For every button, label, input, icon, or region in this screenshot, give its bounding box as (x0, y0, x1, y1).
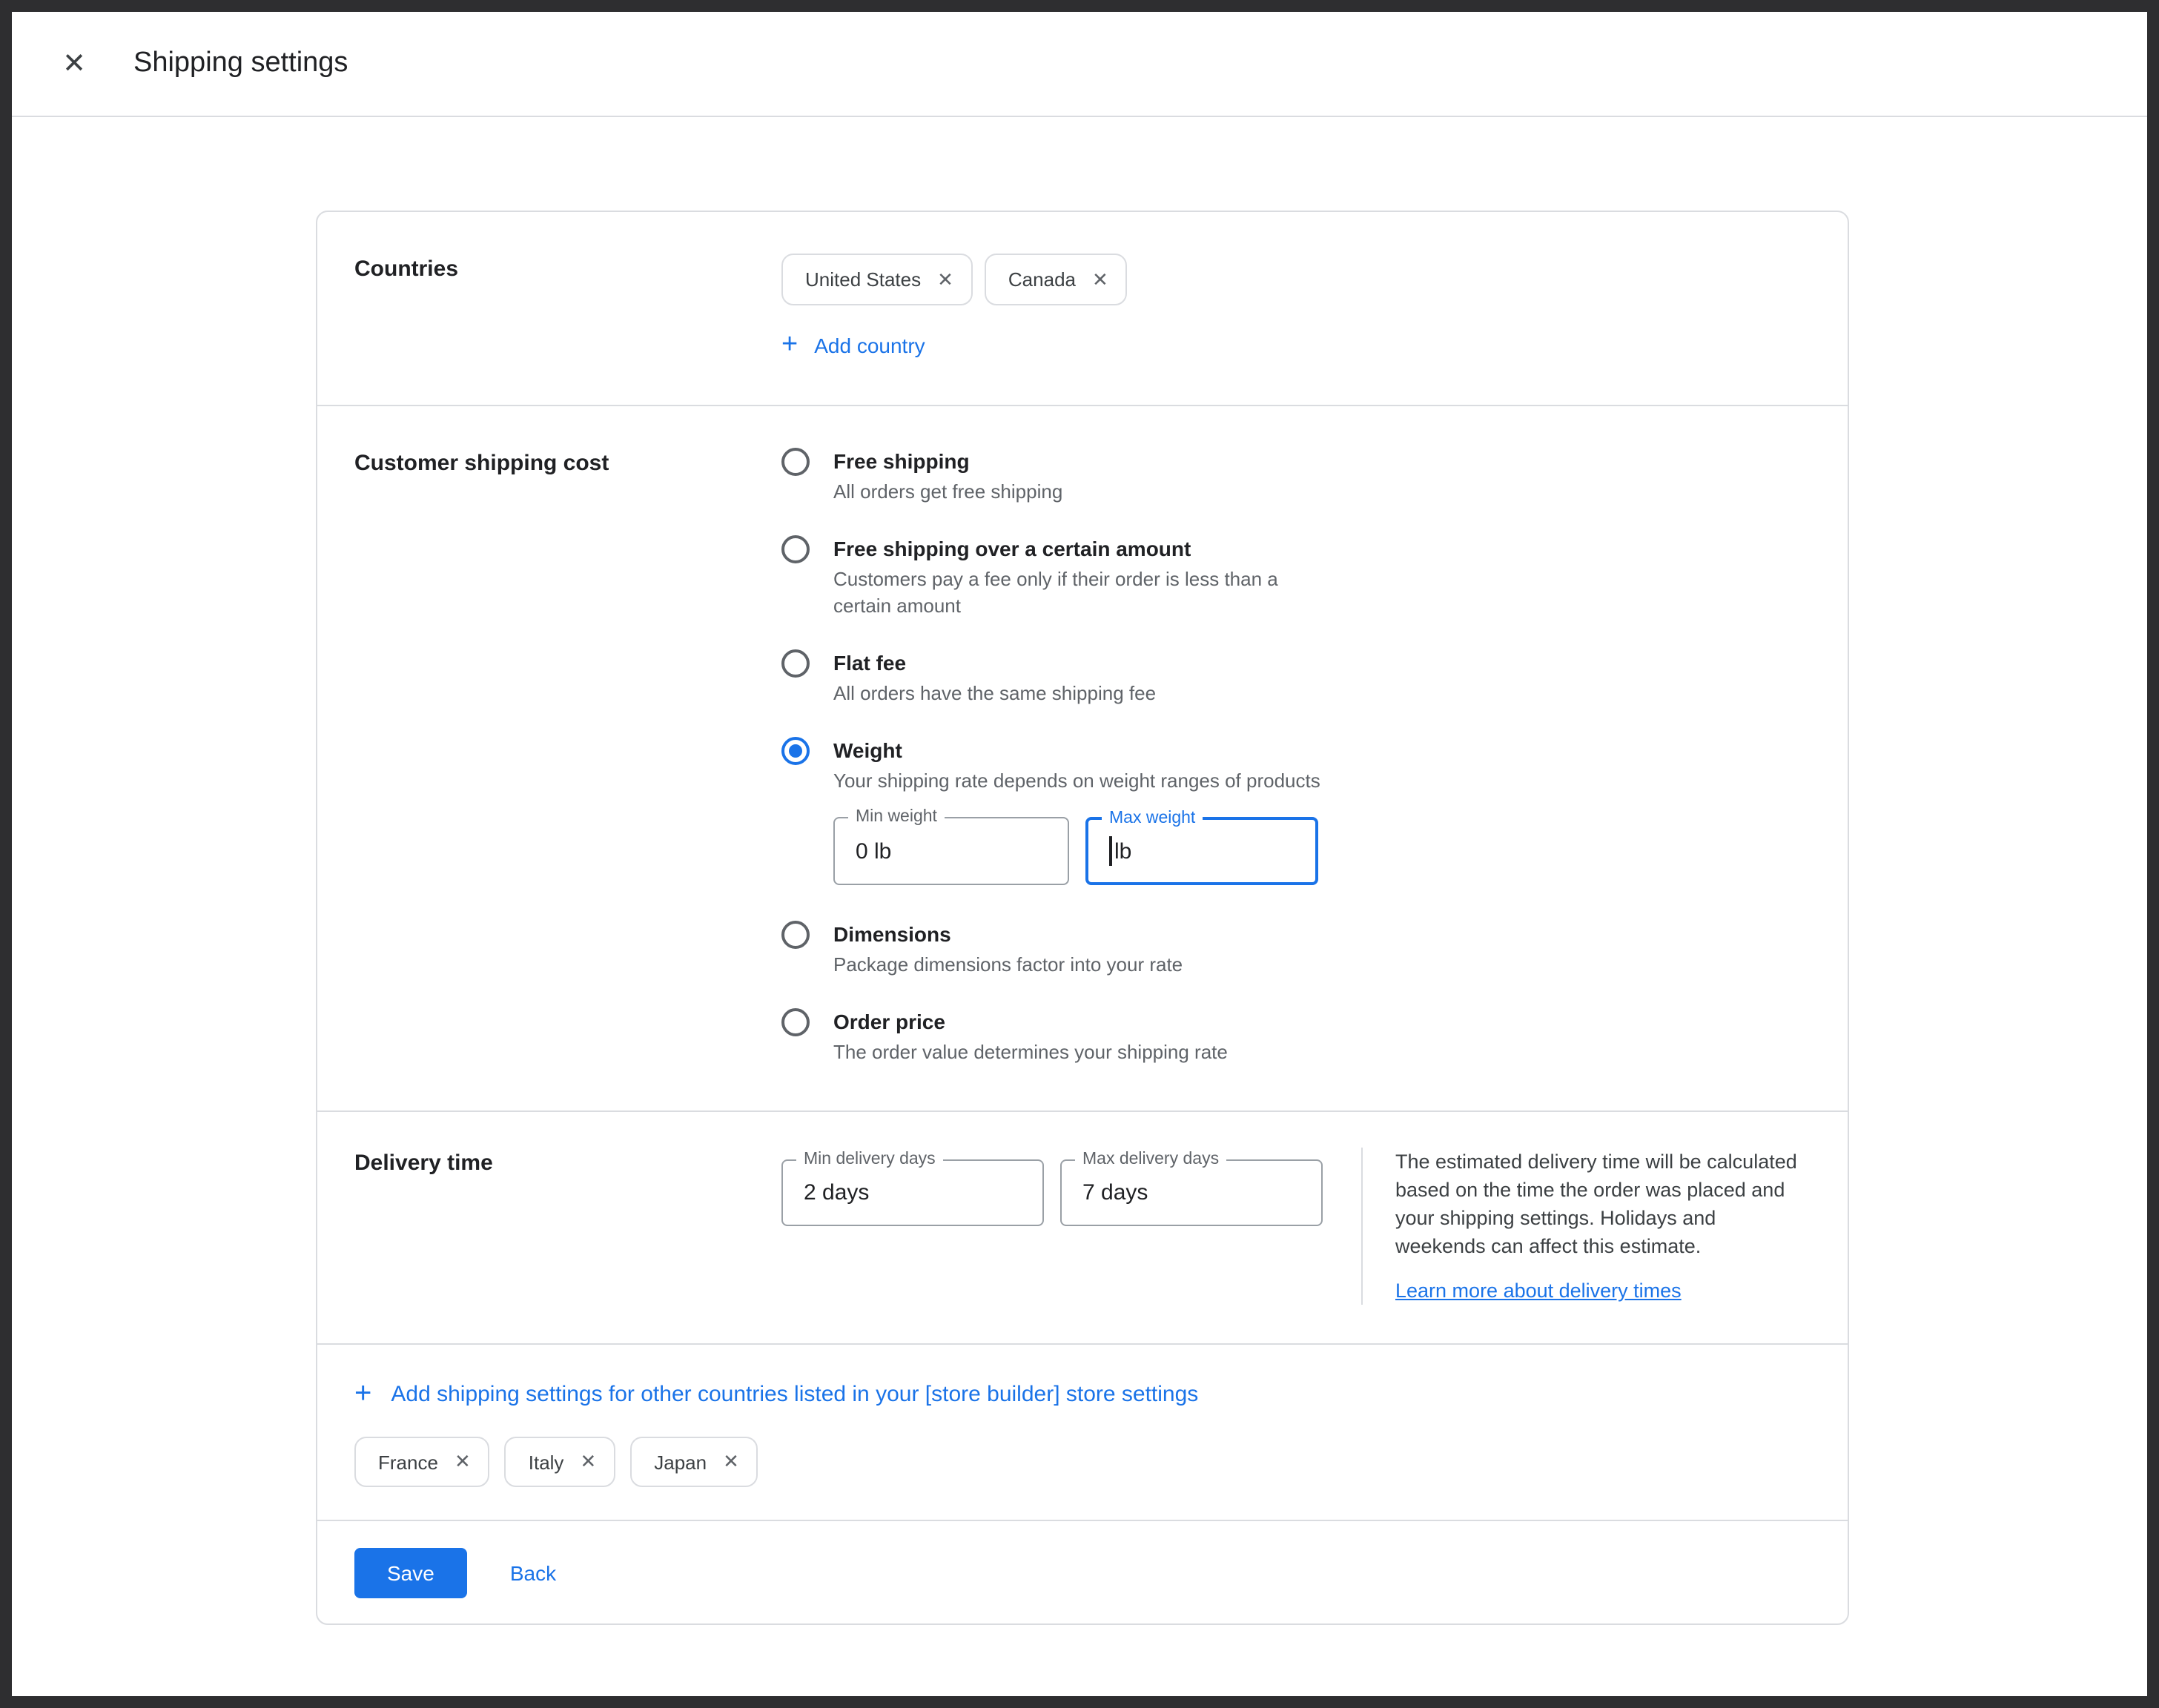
radio-option-free-shipping[interactable]: Free shipping All orders get free shippi… (781, 448, 1811, 506)
min-weight-field[interactable]: Min weight 0 lb (833, 817, 1069, 885)
shipping-cost-section: Customer shipping cost Free shipping All… (317, 406, 1848, 1110)
option-description: The order value determines your shipping… (833, 1039, 1228, 1066)
weight-fields-row: Min weight 0 lb Max weight lb (833, 817, 1320, 885)
countries-section: Countries United States ✕ Canada ✕ + Add… (317, 212, 1848, 405)
close-icon[interactable]: ✕ (56, 47, 92, 81)
remove-italy-icon[interactable]: ✕ (580, 1450, 596, 1474)
chip-label: United States (805, 268, 921, 291)
radio-option-dimensions[interactable]: Dimensions Package dimensions factor int… (781, 921, 1811, 979)
option-title: Free shipping over a certain amount (833, 535, 1305, 563)
radio-icon[interactable] (781, 535, 810, 563)
actions-bar: Save Back (317, 1521, 1848, 1623)
add-shipping-settings-label: Add shipping settings for other countrie… (391, 1381, 1198, 1406)
delivery-note-panel: The estimated delivery time will be calc… (1361, 1148, 1799, 1305)
country-chip-france: France ✕ (354, 1437, 490, 1487)
option-description: Your shipping rate depends on weight ran… (833, 768, 1320, 795)
plus-icon: + (781, 331, 798, 359)
learn-more-delivery-link[interactable]: Learn more about delivery times (1395, 1280, 1682, 1302)
header-bar: ✕ Shipping settings (12, 12, 2147, 117)
chip-label: Italy (529, 1451, 564, 1473)
option-description: Package dimensions factor into your rate (833, 952, 1183, 979)
radio-icon[interactable] (781, 649, 810, 678)
page-title: Shipping settings (133, 47, 348, 80)
option-description: All orders get free shipping (833, 479, 1062, 506)
save-button[interactable]: Save (354, 1548, 467, 1598)
countries-label: Countries (354, 254, 781, 360)
country-chip-japan: Japan ✕ (630, 1437, 758, 1487)
radio-icon-selected[interactable] (781, 737, 810, 765)
remove-united-states-icon[interactable]: ✕ (937, 268, 953, 291)
shipping-settings-page: ✕ Shipping settings Countries United Sta… (0, 0, 2159, 1708)
option-title: Order price (833, 1008, 1228, 1036)
settings-card: Countries United States ✕ Canada ✕ + Add… (316, 211, 1849, 1625)
max-delivery-days-field[interactable]: Max delivery days 7 days (1060, 1159, 1323, 1226)
radio-icon[interactable] (781, 921, 810, 949)
min-weight-field-value: 0 lb (856, 838, 891, 864)
option-title: Weight (833, 737, 1320, 765)
delivery-note-text: The estimated delivery time will be calc… (1395, 1148, 1799, 1260)
add-shipping-settings-button[interactable]: + Add shipping settings for other countr… (354, 1379, 1198, 1409)
chip-label: Japan (654, 1451, 707, 1473)
option-description: Customers pay a fee only if their order … (833, 566, 1305, 620)
radio-option-weight[interactable]: Weight Your shipping rate depends on wei… (781, 737, 1811, 891)
max-weight-field-label: Max weight (1102, 810, 1203, 829)
radio-option-order-price[interactable]: Order price The order value determines y… (781, 1008, 1811, 1066)
max-weight-field[interactable]: Max weight lb (1085, 817, 1318, 885)
other-country-chip-row: France ✕ Italy ✕ Japan ✕ (354, 1437, 1811, 1487)
chip-label: France (378, 1451, 438, 1473)
back-button[interactable]: Back (510, 1561, 556, 1585)
add-country-button[interactable]: + Add country (781, 331, 925, 359)
option-description: All orders have the same shipping fee (833, 681, 1156, 707)
min-delivery-days-value: 2 days (804, 1180, 869, 1205)
max-weight-field-value: lb (1114, 838, 1131, 864)
other-countries-section: + Add shipping settings for other countr… (317, 1345, 1848, 1520)
max-delivery-days-label: Max delivery days (1075, 1151, 1226, 1170)
radio-option-free-shipping-over-amount[interactable]: Free shipping over a certain amount Cust… (781, 535, 1811, 620)
radio-icon[interactable] (781, 1008, 810, 1036)
screenshot-stage: ✕ Shipping settings Countries United Sta… (0, 0, 2159, 1708)
remove-canada-icon[interactable]: ✕ (1092, 268, 1108, 291)
delivery-fields-row: Min delivery days 2 days Max delivery da… (781, 1159, 1323, 1226)
country-chip-canada: Canada ✕ (985, 254, 1128, 305)
radio-icon[interactable] (781, 448, 810, 476)
country-chip-united-states: United States ✕ (781, 254, 973, 305)
add-country-label: Add country (814, 333, 925, 357)
text-cursor (1109, 836, 1111, 866)
option-title: Free shipping (833, 448, 1062, 476)
radio-option-flat-fee[interactable]: Flat fee All orders have the same shippi… (781, 649, 1811, 707)
option-title: Flat fee (833, 649, 1156, 678)
min-delivery-days-field[interactable]: Min delivery days 2 days (781, 1159, 1044, 1226)
plus-icon: + (354, 1379, 371, 1409)
chip-label: Canada (1008, 268, 1076, 291)
min-delivery-days-label: Min delivery days (796, 1151, 943, 1170)
country-chip-italy: Italy ✕ (505, 1437, 616, 1487)
remove-france-icon[interactable]: ✕ (454, 1450, 471, 1474)
shipping-cost-label: Customer shipping cost (354, 448, 781, 1066)
delivery-time-section: Delivery time Min delivery days 2 days M… (317, 1112, 1848, 1343)
max-delivery-days-value: 7 days (1082, 1180, 1148, 1205)
min-weight-field-label: Min weight (848, 808, 945, 827)
country-chip-row: United States ✕ Canada ✕ (781, 254, 1811, 305)
remove-japan-icon[interactable]: ✕ (723, 1450, 739, 1474)
option-title: Dimensions (833, 921, 1183, 949)
delivery-time-label: Delivery time (354, 1148, 781, 1305)
